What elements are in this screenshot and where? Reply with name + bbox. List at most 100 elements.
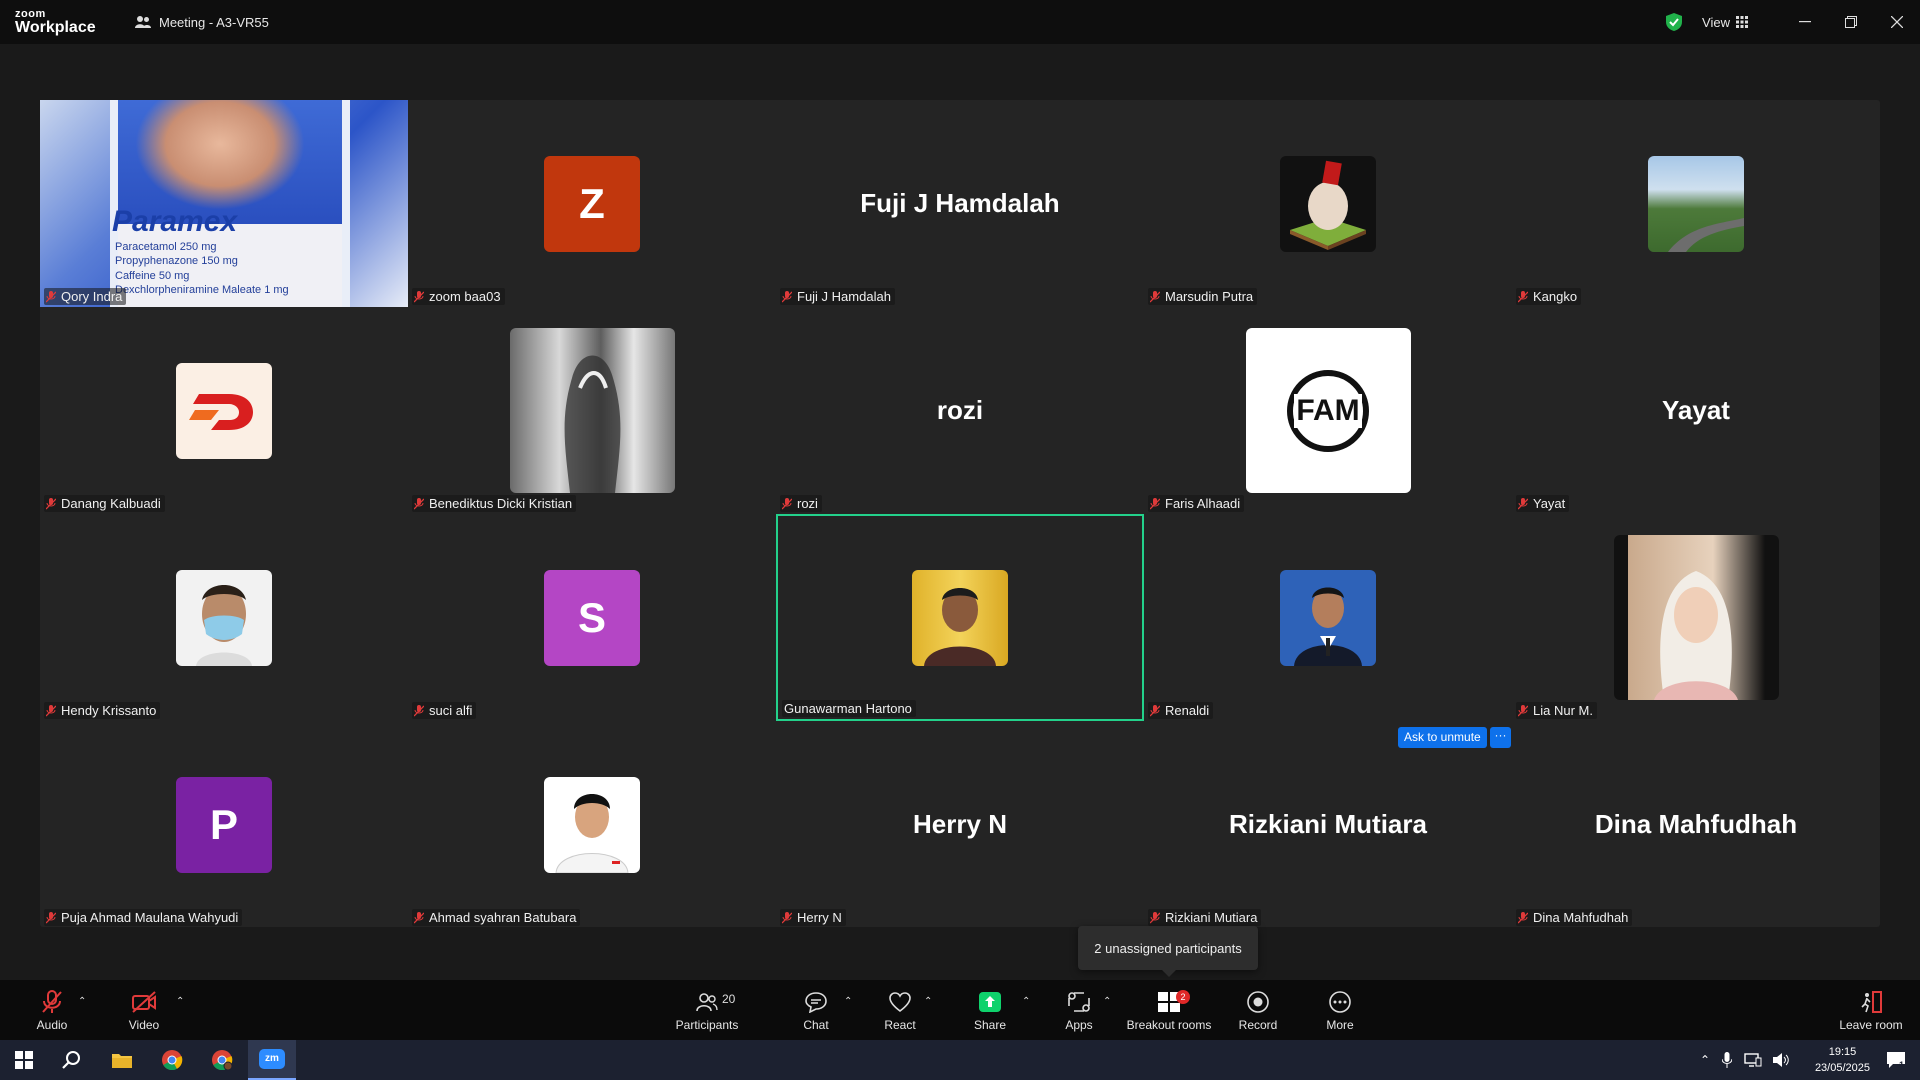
- leave-room-button[interactable]: Leave room: [1832, 980, 1910, 1040]
- chrome-profile-button[interactable]: [198, 1040, 246, 1080]
- windows-logo-icon: [15, 1051, 33, 1069]
- leave-icon: [1861, 991, 1882, 1013]
- letter-avatar: P: [176, 776, 272, 873]
- more-label: More: [1326, 1018, 1354, 1032]
- restore-button[interactable]: [1828, 0, 1874, 44]
- participant-name-label: suci alfi: [412, 702, 477, 719]
- share-options-chevron-icon[interactable]: ⌃: [1022, 996, 1030, 1007]
- participant-tile[interactable]: Ahmad syahran Batubara: [408, 721, 776, 928]
- chat-button[interactable]: Chat: [794, 980, 838, 1040]
- participant-tile[interactable]: Lia Nur M.: [1512, 514, 1880, 721]
- participant-tile[interactable]: Benediktus Dicki Kristian: [408, 307, 776, 514]
- video-button[interactable]: Video: [120, 980, 168, 1040]
- participant-tile[interactable]: Danang Kalbuadi: [40, 307, 408, 514]
- participant-tile[interactable]: FAM Faris Alhaadi: [1144, 307, 1512, 514]
- participant-tile[interactable]: Marsudin Putra: [1144, 100, 1512, 307]
- active-speaker-tile[interactable]: Gunawarman Hartono: [776, 514, 1144, 721]
- avatar-letter: Z: [579, 179, 605, 227]
- notification-count: 1: [1899, 1060, 1905, 1070]
- box-brand-text: Paramex: [112, 205, 238, 238]
- muted-mic-icon: [414, 290, 424, 302]
- masked-person-image: [176, 569, 272, 666]
- participant-tile[interactable]: Paramex Paracetamol 250 mg Propyphenazon…: [40, 100, 408, 307]
- more-button[interactable]: More: [1318, 980, 1362, 1040]
- participant-video: Paramex Paracetamol 250 mg Propyphenazon…: [40, 100, 408, 307]
- participant-tile[interactable]: P Puja Ahmad Maulana Wahyudi: [40, 721, 408, 928]
- apps-options-chevron-icon[interactable]: ⌃: [1103, 996, 1111, 1007]
- breakout-rooms-label: Breakout rooms: [1126, 1018, 1212, 1032]
- record-button[interactable]: Record: [1236, 980, 1280, 1040]
- participant-name: Renaldi: [1165, 703, 1210, 718]
- participant-name: Yayat: [1533, 496, 1566, 511]
- participant-name-label: Rizkiani Mutiara: [1148, 909, 1262, 926]
- participant-more-button[interactable]: ···: [1490, 727, 1511, 748]
- clock-date: 23/05/2025: [1814, 1062, 1870, 1074]
- tray-chevron-icon[interactable]: ⌃: [1700, 1053, 1710, 1067]
- minimize-button[interactable]: [1782, 0, 1828, 44]
- muted-mic-icon: [782, 497, 792, 509]
- microphone-icon[interactable]: [1722, 1052, 1733, 1068]
- muted-mic-icon: [46, 497, 56, 509]
- avatar-letter: S: [577, 593, 606, 641]
- participant-tile[interactable]: Yayat Yayat: [1512, 307, 1880, 514]
- participants-button[interactable]: Participants: [670, 980, 744, 1040]
- participant-tile[interactable]: Kangko: [1512, 100, 1880, 307]
- muted-mic-icon: [414, 704, 424, 716]
- muted-mic-icon: [414, 497, 424, 509]
- participant-name: suci alfi: [429, 703, 473, 718]
- student-portrait-image: [544, 776, 640, 873]
- apps-button[interactable]: Apps: [1058, 980, 1100, 1040]
- participant-tile[interactable]: Renaldi: [1144, 514, 1512, 721]
- react-label: React: [884, 1018, 916, 1032]
- audio-button[interactable]: Audio: [28, 980, 76, 1040]
- zoom-taskbar-button[interactable]: zm: [248, 1040, 296, 1080]
- react-button[interactable]: React: [878, 980, 922, 1040]
- participant-tile[interactable]: Rizkiani Mutiara Rizkiani Mutiara: [1144, 721, 1512, 928]
- participant-tile[interactable]: Herry N Herry N: [776, 721, 1144, 928]
- participant-name-label: Herry N: [780, 909, 846, 926]
- participant-tile[interactable]: Fuji J Hamdalah Fuji J Hamdalah: [776, 100, 1144, 307]
- view-button[interactable]: View: [1702, 15, 1748, 30]
- chat-options-chevron-icon[interactable]: ⌃: [844, 996, 852, 1007]
- participant-tile[interactable]: Hendy Krissanto: [40, 514, 408, 721]
- taskbar-clock[interactable]: 19:15 23/05/2025: [1815, 1044, 1870, 1076]
- muted-mic-icon: [46, 290, 56, 302]
- search-button[interactable]: [48, 1040, 96, 1080]
- participant-name: Marsudin Putra: [1165, 289, 1254, 304]
- participant-tile[interactable]: Dina Mahfudhah Dina Mahfudhah: [1512, 721, 1880, 928]
- avatar-letter: P: [209, 800, 238, 848]
- participant-tile[interactable]: Z zoom baa03: [408, 100, 776, 307]
- share-label: Share: [973, 1018, 1007, 1032]
- share-screen-icon: [979, 992, 1001, 1012]
- participant-name-label: Ahmad syahran Batubara: [412, 909, 581, 926]
- notifications-button[interactable]: 1: [1872, 1040, 1920, 1080]
- participant-tile[interactable]: rozi rozi: [776, 307, 1144, 514]
- audio-options-chevron-icon[interactable]: ⌃: [78, 996, 86, 1007]
- participant-name-label: Hendy Krissanto: [44, 702, 161, 719]
- ask-to-unmute-button[interactable]: Ask to unmute: [1398, 727, 1487, 748]
- box-line: Caffeine 50 mg: [115, 269, 190, 282]
- start-button[interactable]: [0, 1040, 48, 1080]
- apps-label: Apps: [1065, 1018, 1093, 1032]
- fam-logo-text: FAM: [1294, 393, 1362, 428]
- participant-tile[interactable]: S suci alfi: [408, 514, 776, 721]
- video-options-chevron-icon[interactable]: ⌃: [176, 996, 184, 1007]
- chrome-button[interactable]: [148, 1040, 196, 1080]
- meeting-title[interactable]: Meeting - A3-VR55: [135, 15, 269, 30]
- muted-mic-icon: [1518, 704, 1528, 716]
- participant-name: Kangko: [1533, 289, 1578, 304]
- box-line: Dexchlorpheniramine Maleate 1 mg: [115, 283, 289, 296]
- close-button[interactable]: [1874, 0, 1920, 44]
- file-explorer-button[interactable]: [98, 1040, 146, 1080]
- box-composition: Paracetamol 250 mg Propyphenazone 150 mg…: [115, 240, 289, 297]
- shield-check-icon[interactable]: [1666, 13, 1683, 31]
- volume-icon[interactable]: [1772, 1052, 1790, 1068]
- apps-icon: [1068, 992, 1090, 1012]
- network-icon[interactable]: [1744, 1053, 1762, 1067]
- share-button[interactable]: Share: [968, 980, 1012, 1040]
- participant-name: Herry N: [797, 910, 842, 925]
- letter-avatar: Z: [544, 155, 640, 252]
- participant-name: Qory Indra: [61, 289, 123, 304]
- react-options-chevron-icon[interactable]: ⌃: [924, 996, 932, 1007]
- breakout-rooms-button[interactable]: Breakout rooms: [1124, 980, 1214, 1040]
